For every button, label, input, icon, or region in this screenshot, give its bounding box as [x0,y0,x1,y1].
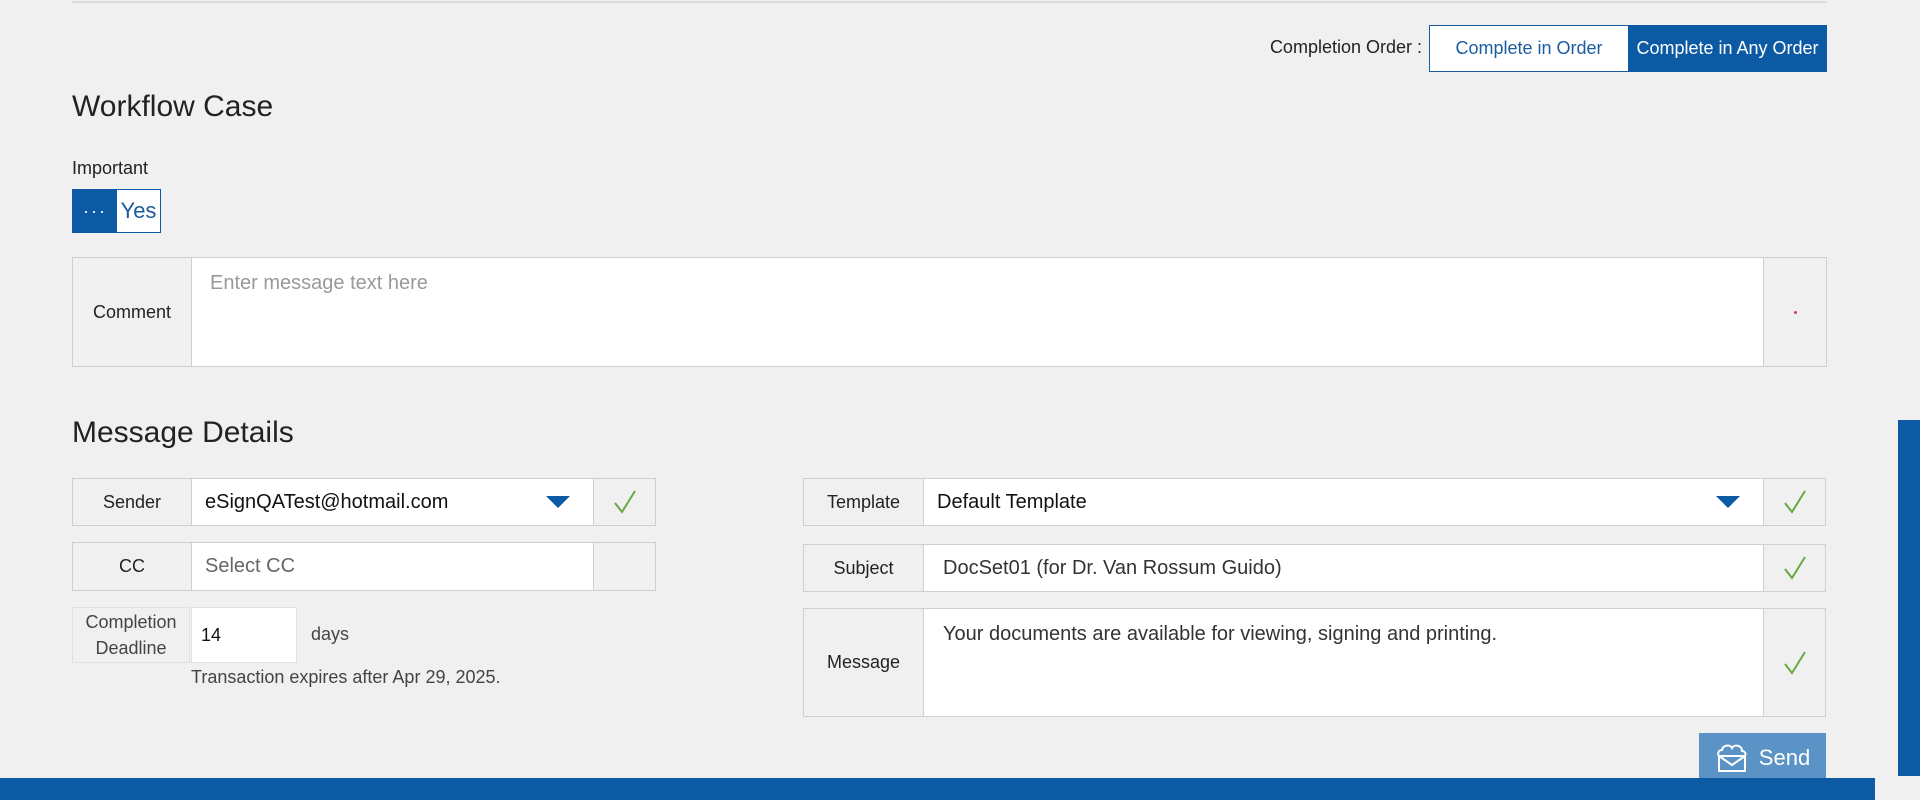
check-icon [1783,650,1806,675]
completion-deadline-label: Completion Deadline [72,607,190,663]
complete-in-order-button[interactable]: Complete in Order [1429,25,1629,72]
expiry-note: Transaction expires after Apr 29, 2025. [191,667,501,687]
check-icon [613,490,636,514]
subject-status [1763,545,1825,591]
subject-label: Subject [804,545,924,591]
envelope-cloud-icon [1716,744,1747,772]
top-divider [72,0,1827,3]
completion-order-label: Completion Order : [1269,37,1422,57]
cc-field: CC Select CC [72,542,656,591]
subject-input[interactable]: DocSet01 (for Dr. Van Rossum Guido) [924,545,1763,591]
cc-status [593,543,655,590]
important-label: Important [72,158,149,178]
message-status [1763,609,1825,716]
scrollbar-thumb[interactable] [1898,420,1920,776]
important-toggle[interactable]: ··· Yes [72,189,161,233]
template-value: Default Template [937,490,1087,513]
complete-in-any-order-button[interactable]: Complete in Any Order [1628,25,1827,72]
toggle-off-segment[interactable]: ··· [73,190,117,232]
send-button[interactable]: Send [1699,733,1826,783]
sender-label: Sender [73,479,192,525]
footer-bar [0,778,1875,800]
template-status [1763,479,1825,525]
check-icon [1783,490,1806,514]
template-select[interactable]: Default Template [924,479,1763,525]
template-field: Template Default Template [803,478,1826,526]
comment-input[interactable] [192,258,1763,366]
check-icon [1783,556,1806,580]
send-label: Send [1758,745,1811,770]
workflow-case-title: Workflow Case [72,90,274,123]
required-indicator-icon [1793,310,1797,314]
sender-value: eSignQATest@hotmail.com [205,490,449,513]
message-input[interactable]: Your documents are available for viewing… [924,609,1763,716]
message-label: Message [804,609,924,716]
chevron-down-icon[interactable] [1716,496,1740,508]
chevron-down-icon[interactable] [546,496,570,508]
sender-field: Sender eSignQATest@hotmail.com [72,478,656,526]
comment-status [1763,258,1826,366]
message-field: Message Your documents are available for… [803,608,1826,717]
days-unit-label: days [311,624,350,644]
toggle-yes-segment[interactable]: Yes [117,190,160,232]
cc-label: CC [73,543,192,590]
comment-label: Comment [73,258,192,366]
sender-status [593,479,655,525]
completion-deadline-input[interactable]: 14 [191,607,297,663]
comment-field: Comment [72,257,1827,367]
cc-select[interactable]: Select CC [192,543,593,590]
template-label: Template [804,479,924,525]
sender-select[interactable]: eSignQATest@hotmail.com [192,479,593,525]
message-details-title: Message Details [72,416,294,449]
subject-field: Subject DocSet01 (for Dr. Van Rossum Gui… [803,544,1826,592]
